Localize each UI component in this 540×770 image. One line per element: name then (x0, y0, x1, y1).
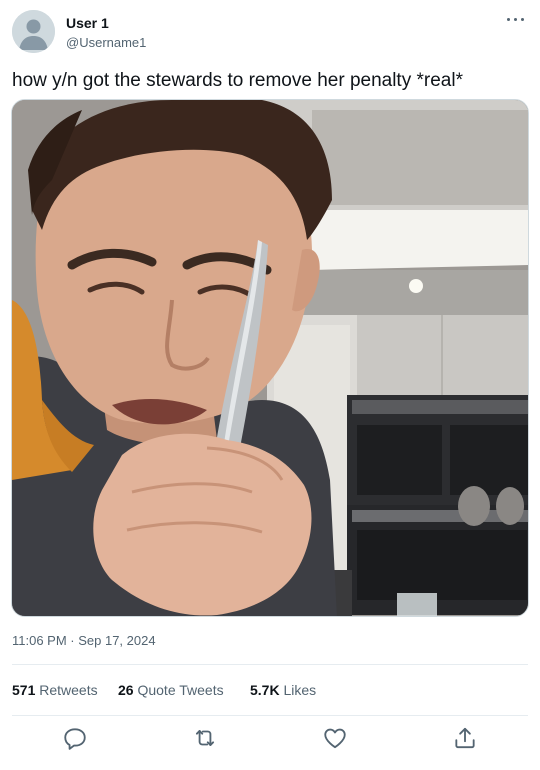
quote-tweets-stat[interactable]: 26 Quote Tweets (118, 682, 224, 698)
like-icon[interactable] (322, 725, 348, 751)
quote-tweets-count: 26 (118, 682, 134, 698)
display-name[interactable]: User 1 (66, 15, 109, 31)
divider (12, 715, 528, 716)
share-icon[interactable] (452, 725, 478, 751)
retweets-count: 571 (12, 682, 36, 698)
default-avatar-icon (12, 10, 55, 53)
likes-count: 5.7K (250, 682, 280, 698)
quote-tweets-label: Quote Tweets (137, 682, 224, 698)
tweet-actions (0, 722, 540, 754)
photo-illustration (12, 100, 528, 616)
tweet-card: User 1 @Username1 how y/n got the stewar… (0, 0, 540, 770)
likes-stat[interactable]: 5.7K Likes (250, 682, 316, 698)
retweet-icon[interactable] (192, 725, 218, 751)
more-dot (507, 18, 510, 21)
tweet-text: how y/n got the stewards to remove her p… (12, 70, 463, 91)
likes-label: Likes (283, 682, 317, 698)
more-dot (514, 18, 517, 21)
username-handle[interactable]: @Username1 (66, 35, 146, 50)
more-dot (521, 18, 524, 21)
tweet-timestamp[interactable]: 11:06 PM · Sep 17, 2024 (12, 633, 156, 648)
retweets-stat[interactable]: 571 Retweets (12, 682, 98, 698)
reply-icon[interactable] (62, 725, 88, 751)
avatar[interactable] (12, 10, 55, 53)
tweet-header: User 1 @Username1 (12, 10, 528, 56)
retweets-label: Retweets (39, 682, 98, 698)
divider (12, 664, 528, 665)
more-horizontal-icon[interactable] (506, 12, 526, 26)
tweet-media-photo[interactable] (11, 99, 529, 617)
